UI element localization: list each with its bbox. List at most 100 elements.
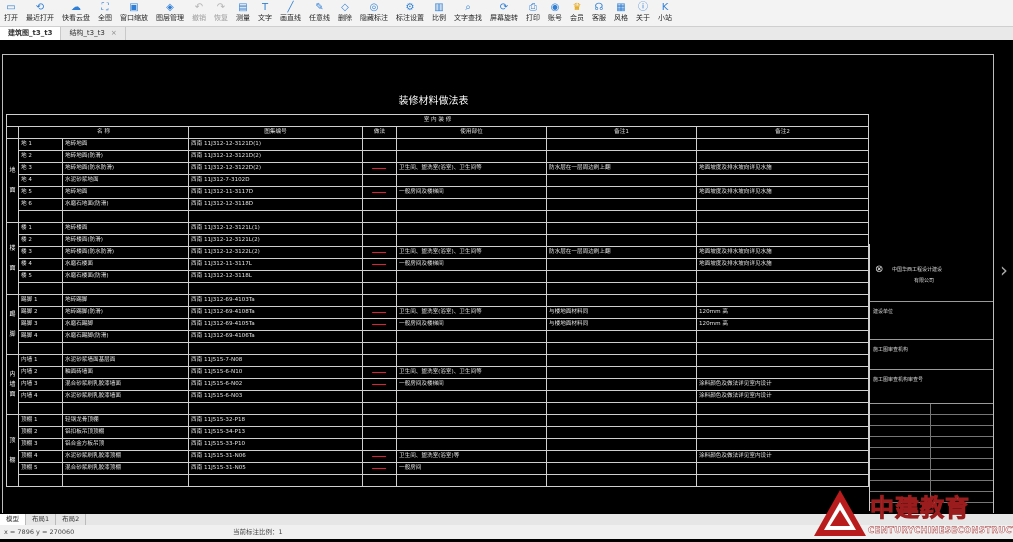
row-mark (362, 438, 397, 451)
title-block-row (870, 426, 993, 437)
row-atlas-code: 西南 11J312-12-3121L(1) (188, 222, 363, 235)
table-row: 顶棚 4 水泥砂浆刷乳胶漆顶棚 西南 11J515-31-N06 卫生间、盥洗室(浴室… (7, 450, 870, 463)
toolbar-button-4[interactable]: ▣ 窗口缩放 (116, 0, 152, 26)
toolbar-button-label: 风格 (614, 14, 628, 22)
toolbar-button-23[interactable]: ⓘ 关于 (632, 0, 654, 26)
toolbar-button-label: 全图 (98, 14, 112, 22)
row-code: 踢脚 4 (18, 330, 63, 343)
layout-tab[interactable]: 布局1 (26, 514, 57, 525)
row-atlas-code: 西南 11J312-69-4108Ta (188, 306, 363, 319)
row-note1: 防水层在一层周边刷上翻 (546, 246, 697, 259)
toolbar-button-22[interactable]: ▦ 风格 (610, 0, 632, 26)
toolbar-button-18[interactable]: ⎙ 打印 (522, 0, 544, 26)
title-block-divider (930, 426, 931, 437)
toolbar-button-24[interactable]: K 小站 (654, 0, 676, 26)
row-atlas-code: 西南 11J312-12-3118L (188, 270, 363, 283)
category-label: 楼 面 (6, 222, 19, 295)
toolbar-button-11[interactable]: ✎ 任意线 (305, 0, 334, 26)
toolbar-button-10[interactable]: ╱ 画直线 (276, 0, 305, 26)
toolbar-button-label: 画直线 (280, 14, 301, 22)
spacer-row (7, 342, 870, 355)
category-label: 地 面 (6, 138, 19, 223)
row-use: 卫生间、盥洗室(浴室)、卫生间等 (396, 246, 547, 259)
title-block-divider (930, 470, 931, 481)
toolbar-button-19[interactable]: ◉ 账号 (544, 0, 566, 26)
watermark-text-en: CENTURYCHINESECONSTRUCTION (868, 526, 1013, 536)
toolbar-button-14[interactable]: ⚙ 标注设置 (392, 0, 428, 26)
toolbar-button-8[interactable]: ▤ 测量 (232, 0, 254, 26)
toolbar-button-20[interactable]: ♛ 会员 (566, 0, 588, 26)
row-note2 (695, 330, 870, 343)
spacer-cell (18, 402, 63, 415)
company-cell: ⊗ 中国华西工程设计建设 有限公司 (870, 244, 993, 302)
row-note2 (695, 462, 870, 475)
chevron-right-icon[interactable]: › (1000, 258, 1008, 282)
toolbar-button-2[interactable]: ☁ 快看云盘 (58, 0, 94, 26)
file-tab[interactable]: 结构_t3_t3 × (61, 27, 126, 40)
row-item: 釉面砖墙面 (62, 366, 189, 379)
category-label: 内 墙 面 (6, 354, 19, 415)
row-atlas-code: 西南 11J515-31-N05 (188, 462, 363, 475)
row-item: 地砖楼面(防滑) (62, 234, 189, 247)
toolbar-button-6[interactable]: ↶ 撤销 (188, 0, 210, 26)
row-note1 (546, 450, 697, 463)
spacer-cell (396, 282, 547, 295)
row-item: 水磨石踢脚(防滑) (62, 330, 189, 343)
close-icon[interactable]: × (111, 29, 117, 37)
spacer-cell (546, 474, 697, 487)
spacer-cell (695, 342, 870, 355)
row-note2 (695, 234, 870, 247)
row-note1 (546, 366, 697, 379)
row-item: 地砖地面 (62, 138, 189, 151)
annotation-settings-icon: ⚙ (405, 2, 415, 13)
row-mark (362, 294, 397, 307)
toolbar-button-12[interactable]: ◇ 删除 (334, 0, 356, 26)
title-block-row (870, 415, 993, 426)
column-header: 备注2 (695, 126, 870, 139)
row-note1 (546, 174, 697, 187)
toolbar-button-7[interactable]: ↷ 恢复 (210, 0, 232, 26)
row-note1 (546, 270, 697, 283)
row-item: 地砖踢脚(防滑) (62, 306, 189, 319)
row-code: 顶棚 4 (18, 450, 63, 463)
check-mark-icon (371, 248, 388, 253)
row-use (396, 414, 547, 427)
toolbar-button-17[interactable]: ⟳ 屏幕旋转 (486, 0, 522, 26)
row-note1 (546, 354, 697, 367)
layout-tab[interactable]: 布局2 (56, 514, 87, 525)
table-row: 内墙 2 釉面砖墙面 西南 11J515-6-N10 卫生间、盥洗室(浴室)、卫生间等 (7, 366, 870, 379)
toolbar-button-9[interactable]: T 文字 (254, 0, 276, 26)
row-mark (362, 162, 397, 175)
row-mark (362, 450, 397, 463)
row-item: 地砖地面 (62, 186, 189, 199)
layout-tab[interactable]: 模型 (0, 514, 26, 525)
toolbar-button-16[interactable]: ⌕ 文字查找 (450, 0, 486, 26)
toolbar-button-21[interactable]: ☊ 客服 (588, 0, 610, 26)
row-atlas-code: 西南 11J312-11-3117L (188, 258, 363, 271)
toolbar-button-3[interactable]: ⛶ 全图 (94, 0, 116, 26)
row-note2 (695, 270, 870, 283)
header-blank (6, 126, 19, 139)
toolbar-button-label: 屏幕旋转 (490, 14, 518, 22)
column-header: 备注1 (546, 126, 697, 139)
row-item: 水泥砂浆刷乳胶漆顶棚 (62, 450, 189, 463)
table-row: 踢 脚踢脚 1 地砖踢脚 西南 11J312-69-4103Ta (6, 294, 870, 355)
toolbar-button-5[interactable]: ◈ 图层管理 (152, 0, 188, 26)
company-line1: 中国华西工程设计建设 (892, 267, 943, 273)
file-tab[interactable]: 建筑图_t3_t3 (0, 27, 62, 40)
row-note2: 120mm 高 (695, 306, 870, 319)
toolbar-button-15[interactable]: ▥ 比例 (428, 0, 450, 26)
toolbar-button-0[interactable]: ▭ 打开 (0, 0, 22, 26)
spacer-cell (695, 402, 870, 415)
spacer-cell (396, 474, 547, 487)
drawing-canvas[interactable]: 装修材料做法表 室 内 装 修名 称图集编号 做法 使用部位 备注1 备注2 地 面地 1… (0, 40, 1013, 513)
row-note1 (546, 186, 697, 199)
row-atlas-code: 西南 11J312-12-3121D(1) (188, 138, 363, 151)
table-row: 踢脚 2 地砖踢脚(防滑) 西南 11J312-69-4108Ta 卫生间、盥洗室(浴… (7, 306, 870, 319)
spacer-cell (546, 402, 697, 415)
file-tab-label: 建筑图_t3_t3 (8, 29, 53, 37)
toolbar-button-1[interactable]: ⟲ 最近打开 (22, 0, 58, 26)
check-mark-icon (371, 164, 388, 169)
toolbar-button-13[interactable]: ◎ 隐藏标注 (356, 0, 392, 26)
line-icon: ╱ (287, 2, 294, 13)
